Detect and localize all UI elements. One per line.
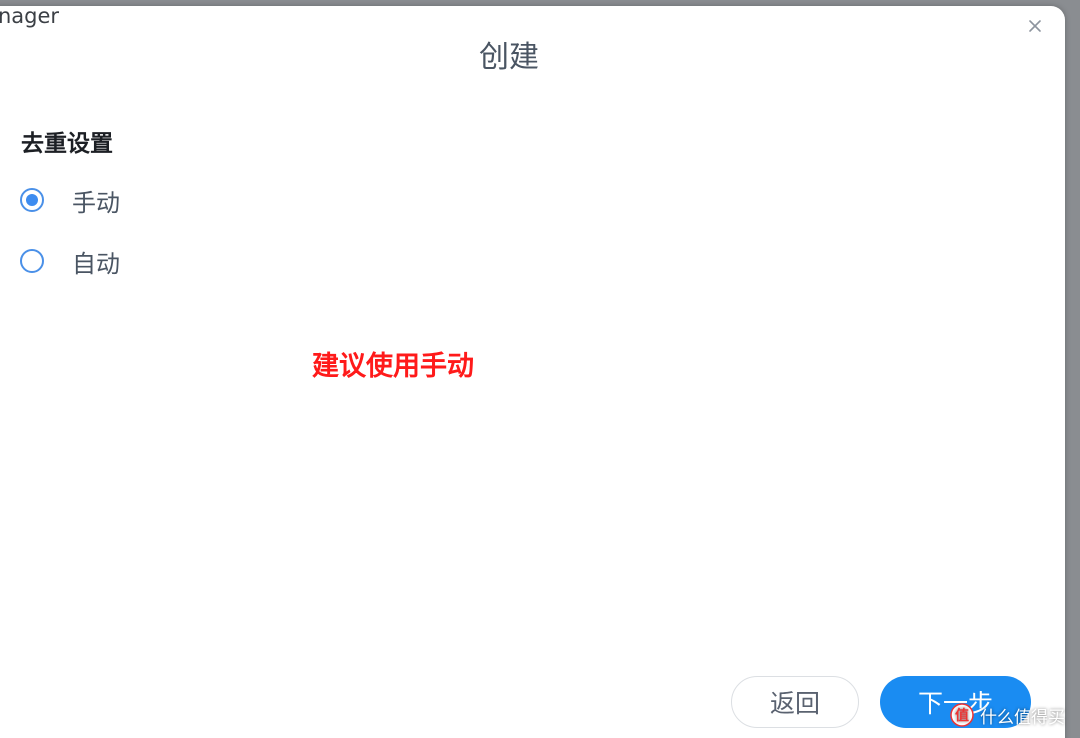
annotation-note: 建议使用手动 (312, 351, 474, 382)
radio-label-manual: 手动 (72, 188, 120, 217)
smzdm-logo-icon: 值 (950, 703, 974, 727)
svg-text:值: 值 (955, 707, 969, 724)
radio-button-unchecked[interactable] (20, 249, 44, 273)
create-dialog (0, 6, 1065, 738)
radio-option-manual[interactable]: 手动 (20, 185, 120, 217)
radio-label-auto: 自动 (72, 249, 120, 278)
close-button[interactable] (1024, 15, 1046, 37)
radio-option-auto[interactable]: 自动 (20, 246, 120, 278)
radio-button-checked[interactable] (20, 188, 44, 212)
watermark-text: 什么值得买 (980, 707, 1065, 728)
watermark: 值 什么值得买 (950, 700, 1065, 730)
back-button[interactable]: 返回 (731, 676, 859, 728)
dedup-settings-heading: 去重设置 (21, 131, 113, 157)
app-title: nager (0, 4, 60, 28)
close-icon (1029, 20, 1041, 32)
dialog-title: 创建 (479, 40, 539, 75)
